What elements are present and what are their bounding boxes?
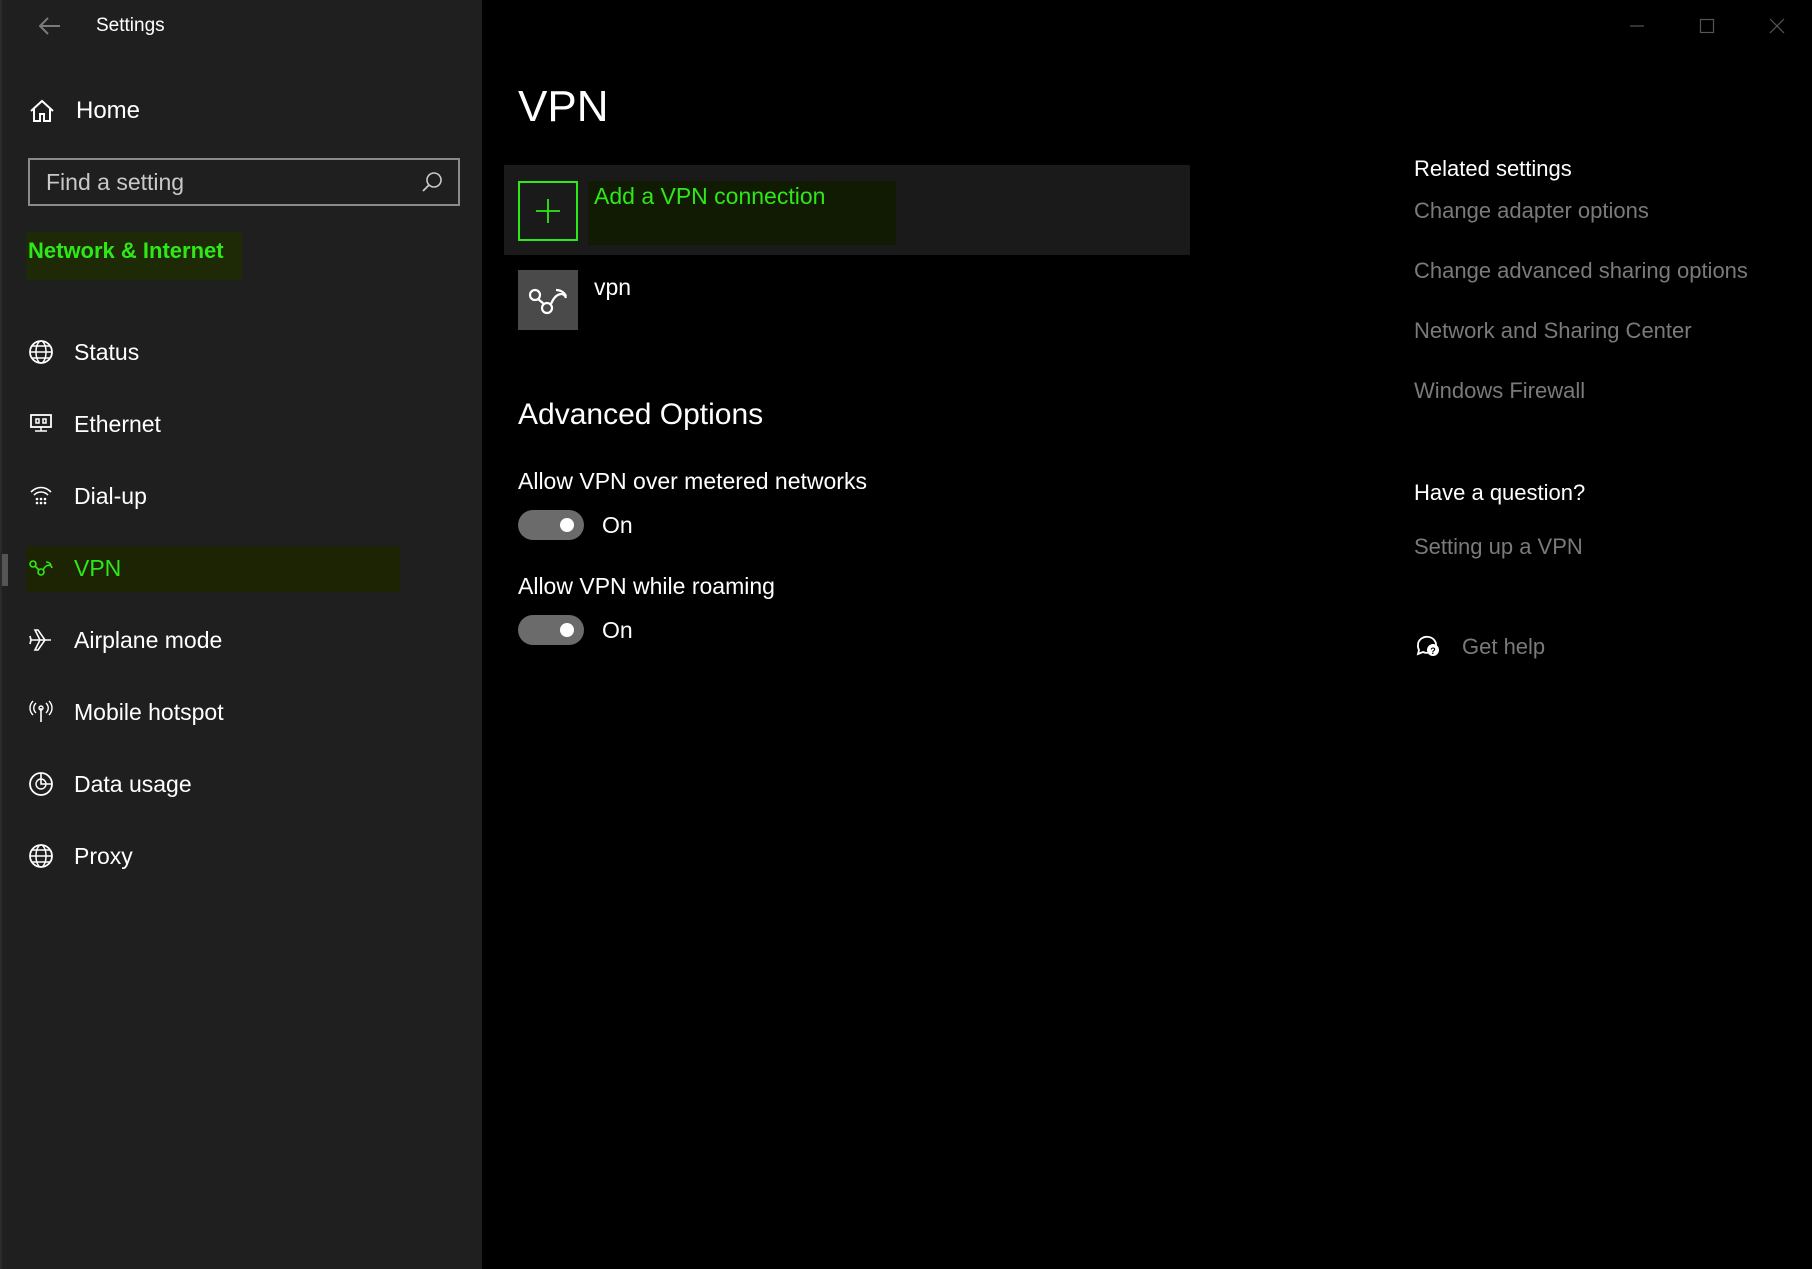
sidebar-item-label: VPN [74, 554, 122, 581]
sidebar-item-status[interactable]: Status [2, 316, 484, 388]
home-icon [26, 95, 58, 127]
maximize-button[interactable] [1672, 0, 1742, 52]
data-usage-icon [26, 769, 56, 799]
metered-networks-row: On [518, 510, 633, 540]
add-vpn-connection-button[interactable]: Add a VPN connection [504, 165, 1190, 255]
back-arrow-icon [39, 17, 60, 35]
vpn-icon [26, 553, 56, 583]
globe-status-icon [26, 337, 56, 367]
metered-networks-toggle[interactable] [518, 510, 584, 540]
sidebar-item-ethernet[interactable]: Ethernet [2, 388, 484, 460]
network-sharing-center-link[interactable]: Network and Sharing Center [1414, 318, 1692, 344]
add-icon [518, 181, 578, 241]
toggle-knob [560, 518, 574, 532]
get-help-link[interactable]: ? Get help [1414, 632, 1545, 662]
add-vpn-label: Add a VPN connection [594, 183, 826, 209]
minimize-button[interactable] [1602, 0, 1672, 52]
search-box[interactable] [28, 158, 460, 206]
app-title: Settings [96, 15, 165, 36]
change-adapter-options-link[interactable]: Change adapter options [1414, 198, 1649, 224]
svg-text:?: ? [1430, 646, 1436, 656]
maximize-icon [1699, 18, 1715, 34]
vpn-connection-item[interactable]: vpn [518, 270, 1018, 332]
metered-networks-label: Allow VPN over metered networks [518, 468, 867, 494]
vpn-connection-icon [518, 270, 578, 330]
toggle-state: On [602, 511, 633, 538]
hotspot-icon [26, 697, 56, 727]
back-button[interactable] [26, 10, 74, 42]
sidebar: Settings Home Network & Internet Status … [0, 0, 482, 1269]
roaming-toggle[interactable] [518, 615, 584, 645]
sidebar-item-vpn[interactable]: VPN [2, 532, 484, 604]
active-indicator [2, 554, 8, 586]
sidebar-item-proxy[interactable]: Proxy [2, 820, 484, 892]
related-settings-title: Related settings [1414, 156, 1572, 181]
close-icon [1769, 18, 1785, 34]
ethernet-icon [26, 409, 56, 439]
sidebar-item-label: Proxy [74, 842, 133, 869]
sidebar-item-label: Data usage [74, 770, 192, 797]
roaming-row: On [518, 615, 633, 645]
search-icon[interactable] [420, 170, 444, 194]
change-advanced-sharing-link[interactable]: Change advanced sharing options [1414, 258, 1748, 284]
advanced-options-title: Advanced Options [518, 398, 764, 431]
toggle-knob [560, 623, 574, 637]
close-button[interactable] [1742, 0, 1812, 52]
roaming-label: Allow VPN while roaming [518, 573, 775, 599]
sidebar-item-dialup[interactable]: Dial-up [2, 460, 484, 532]
minimize-icon [1630, 25, 1644, 27]
get-help-label: Get help [1462, 634, 1546, 659]
chat-help-icon: ? [1414, 632, 1444, 662]
sidebar-item-label: Status [74, 338, 140, 365]
section-title: Network & Internet [26, 232, 242, 280]
sidebar-item-label: Ethernet [74, 410, 161, 437]
proxy-globe-icon [26, 841, 56, 871]
windows-firewall-link[interactable]: Windows Firewall [1414, 378, 1585, 404]
sidebar-item-airplane[interactable]: Airplane mode [2, 604, 484, 676]
sidebar-item-label: Dial-up [74, 482, 147, 509]
sidebar-item-label: Airplane mode [74, 626, 223, 653]
search-input[interactable] [46, 168, 420, 196]
sidebar-item-label: Home [76, 97, 141, 124]
have-a-question-title: Have a question? [1414, 480, 1586, 505]
nav-list: Status Ethernet Dial-up VPN Airplane mod… [2, 316, 484, 892]
sidebar-item-data-usage[interactable]: Data usage [2, 748, 484, 820]
sidebar-item-hotspot[interactable]: Mobile hotspot [2, 676, 484, 748]
dialup-icon [26, 481, 56, 511]
page-title: VPN [518, 82, 609, 131]
toggle-state: On [602, 616, 633, 643]
window-controls [1602, 0, 1812, 52]
sidebar-item-label: Mobile hotspot [74, 698, 224, 725]
sidebar-item-home[interactable]: Home [26, 90, 456, 132]
vpn-connection-name: vpn [594, 274, 632, 300]
airplane-icon [26, 625, 56, 655]
setting-up-vpn-link[interactable]: Setting up a VPN [1414, 534, 1583, 560]
